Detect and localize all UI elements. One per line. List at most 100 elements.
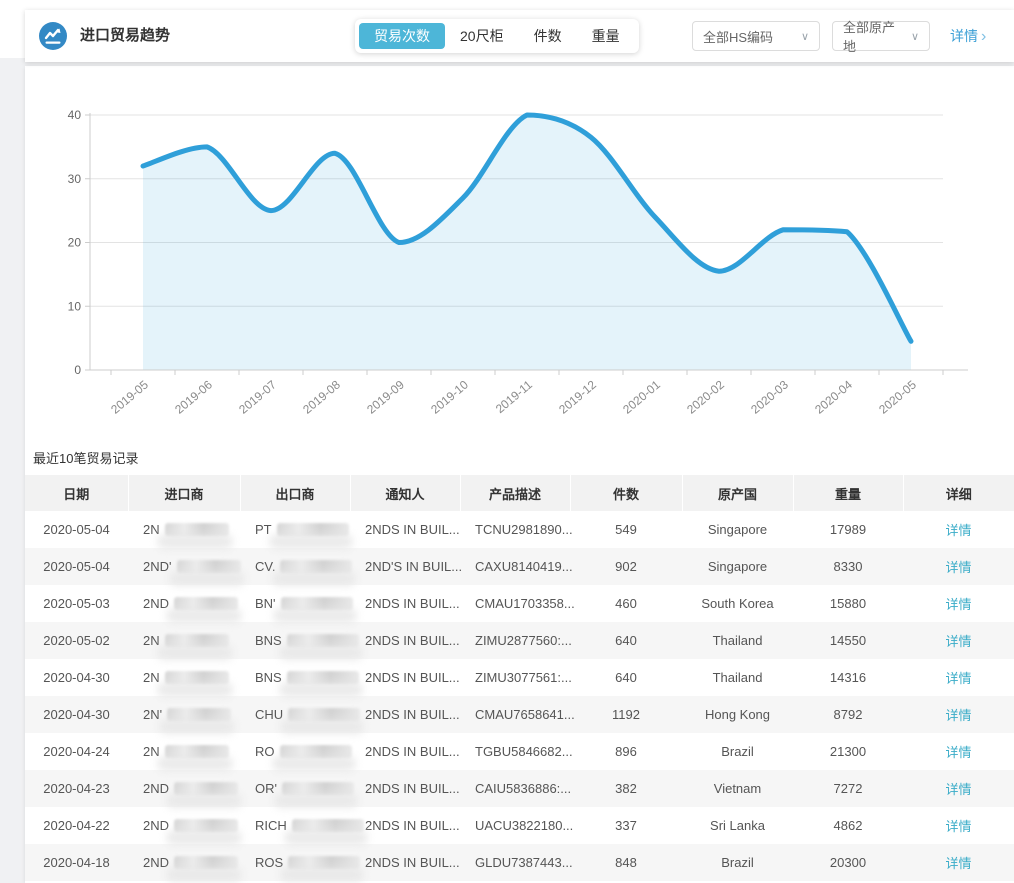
cell-importer: 2N: [128, 659, 240, 696]
origin-dropdown-value: 全部原产地: [843, 17, 903, 55]
row-detail-link[interactable]: 详情: [945, 671, 971, 686]
redacted-importer-name: [174, 856, 238, 869]
importer-prefix: 2N: [143, 633, 160, 648]
cell-origin-country: Thailand: [682, 659, 793, 696]
table-row: 2020-04-23 2ND OR' 2NDS IN BUIL... CAIU5…: [25, 770, 1014, 807]
cell-origin-country: Vietnam: [682, 770, 793, 807]
x-axis-label: 2019-12: [556, 377, 599, 416]
cell-weight: 17989: [793, 511, 903, 548]
cell-date: 2020-05-04: [25, 548, 128, 585]
redacted-exporter-name: [288, 856, 360, 869]
importer-prefix: 2N: [143, 670, 160, 685]
cell-weight: 14316: [793, 659, 903, 696]
cell-weight: 7272: [793, 770, 903, 807]
redacted-importer-name: [174, 597, 238, 610]
metric-tabs: 贸易次数20尺柜件数重量: [355, 19, 639, 53]
row-detail-link[interactable]: 详情: [945, 745, 971, 760]
cell-importer: 2ND: [128, 844, 240, 881]
tab-1[interactable]: 20尺柜: [445, 23, 519, 49]
cell-weight: 8792: [793, 696, 903, 733]
row-detail-link[interactable]: 详情: [945, 634, 971, 649]
table-row: 2020-05-03 2ND BN' 2NDS IN BUIL... CMAU1…: [25, 585, 1014, 622]
table-row: 2020-04-30 2N BNS 2NDS IN BUIL... ZIMU30…: [25, 659, 1014, 696]
cell-exporter: RO: [240, 733, 350, 770]
cell-exporter: BNS: [240, 659, 350, 696]
redacted-exporter-name: [277, 523, 349, 536]
importer-prefix: 2N': [143, 707, 162, 722]
cell-quantity: 337: [570, 807, 682, 844]
cell-date: 2020-04-30: [25, 659, 128, 696]
cell-notify-party: 2NDS IN BUIL...: [350, 585, 460, 622]
row-detail-link[interactable]: 详情: [945, 782, 971, 797]
x-axis-label: 2019-11: [493, 377, 535, 416]
redacted-exporter-name: [281, 597, 353, 610]
cell-weight: 15880: [793, 585, 903, 622]
tab-2[interactable]: 件数: [519, 23, 577, 49]
column-header: 进口商: [128, 475, 240, 511]
redacted-importer-name: [165, 523, 229, 536]
chevron-down-icon: ∨: [801, 30, 809, 43]
x-axis-label: 2020-02: [684, 377, 727, 416]
row-detail-link[interactable]: 详情: [945, 708, 971, 723]
details-link[interactable]: 详情›: [950, 10, 986, 62]
cell-quantity: 902: [570, 548, 682, 585]
cell-origin-country: Brazil: [682, 733, 793, 770]
x-axis-label: 2019-10: [428, 377, 471, 416]
cell-importer: 2N: [128, 511, 240, 548]
cell-origin-country: Singapore: [682, 511, 793, 548]
column-header: 出口商: [240, 475, 350, 511]
table-row: 2020-04-22 2ND RICH 2NDS IN BUIL... UACU…: [25, 807, 1014, 844]
redacted-exporter-name: [288, 708, 360, 721]
importer-prefix: 2ND: [143, 596, 169, 611]
cell-importer: 2ND: [128, 807, 240, 844]
cell-exporter: OR': [240, 770, 350, 807]
exporter-prefix: CHU: [255, 707, 283, 722]
cell-product-description: ZIMU3077561:...: [460, 659, 570, 696]
cell-product-description: GLDU7387443...: [460, 844, 570, 881]
cell-date: 2020-04-18: [25, 844, 128, 881]
cell-date: 2020-05-04: [25, 511, 128, 548]
cell-origin-country: Singapore: [682, 548, 793, 585]
cell-notify-party: 2NDS IN BUIL...: [350, 696, 460, 733]
chevron-down-icon: ∨: [911, 30, 919, 43]
x-axis-label: 2019-09: [364, 377, 407, 416]
cell-date: 2020-05-03: [25, 585, 128, 622]
row-detail-link[interactable]: 详情: [945, 597, 971, 612]
hs-code-dropdown[interactable]: 全部HS编码 ∨: [692, 21, 820, 51]
x-axis-label: 2019-06: [172, 377, 215, 416]
cell-product-description: CMAU7658641...: [460, 696, 570, 733]
svg-text:20: 20: [68, 236, 82, 250]
importer-prefix: 2ND': [143, 559, 172, 574]
trend-area-chart: 0102030402019-052019-062019-072019-08201…: [25, 66, 1014, 446]
cell-exporter: BNS: [240, 622, 350, 659]
column-header: 件数: [570, 475, 682, 511]
redacted-importer-name: [177, 560, 241, 573]
importer-prefix: 2N: [143, 744, 160, 759]
row-detail-link[interactable]: 详情: [945, 523, 971, 538]
tab-0[interactable]: 贸易次数: [359, 23, 445, 49]
x-axis-label: 2020-03: [748, 377, 791, 416]
origin-dropdown[interactable]: 全部原产地 ∨: [832, 21, 930, 51]
cell-exporter: RICH: [240, 807, 350, 844]
cell-product-description: UACU3822180...: [460, 807, 570, 844]
exporter-prefix: OR': [255, 781, 277, 796]
exporter-prefix: RO: [255, 744, 275, 759]
exporter-prefix: PT: [255, 522, 272, 537]
redacted-exporter-name: [287, 634, 359, 647]
row-detail-link[interactable]: 详情: [945, 560, 971, 575]
table-row: 2020-04-30 2N' CHU 2NDS IN BUIL... CMAU7…: [25, 696, 1014, 733]
redacted-exporter-name: [282, 782, 354, 795]
cell-importer: 2ND: [128, 770, 240, 807]
page-title: 进口贸易趋势: [80, 10, 170, 62]
cell-date: 2020-04-24: [25, 733, 128, 770]
row-detail-link[interactable]: 详情: [945, 856, 971, 871]
row-detail-link[interactable]: 详情: [945, 819, 971, 834]
x-axis-label: 2020-04: [812, 377, 855, 416]
cell-origin-country: Thailand: [682, 622, 793, 659]
cell-importer: 2N': [128, 696, 240, 733]
exporter-prefix: ROS: [255, 855, 283, 870]
table-row: 2020-05-02 2N BNS 2NDS IN BUIL... ZIMU28…: [25, 622, 1014, 659]
column-header: 通知人: [350, 475, 460, 511]
cell-quantity: 549: [570, 511, 682, 548]
tab-3[interactable]: 重量: [577, 23, 635, 49]
